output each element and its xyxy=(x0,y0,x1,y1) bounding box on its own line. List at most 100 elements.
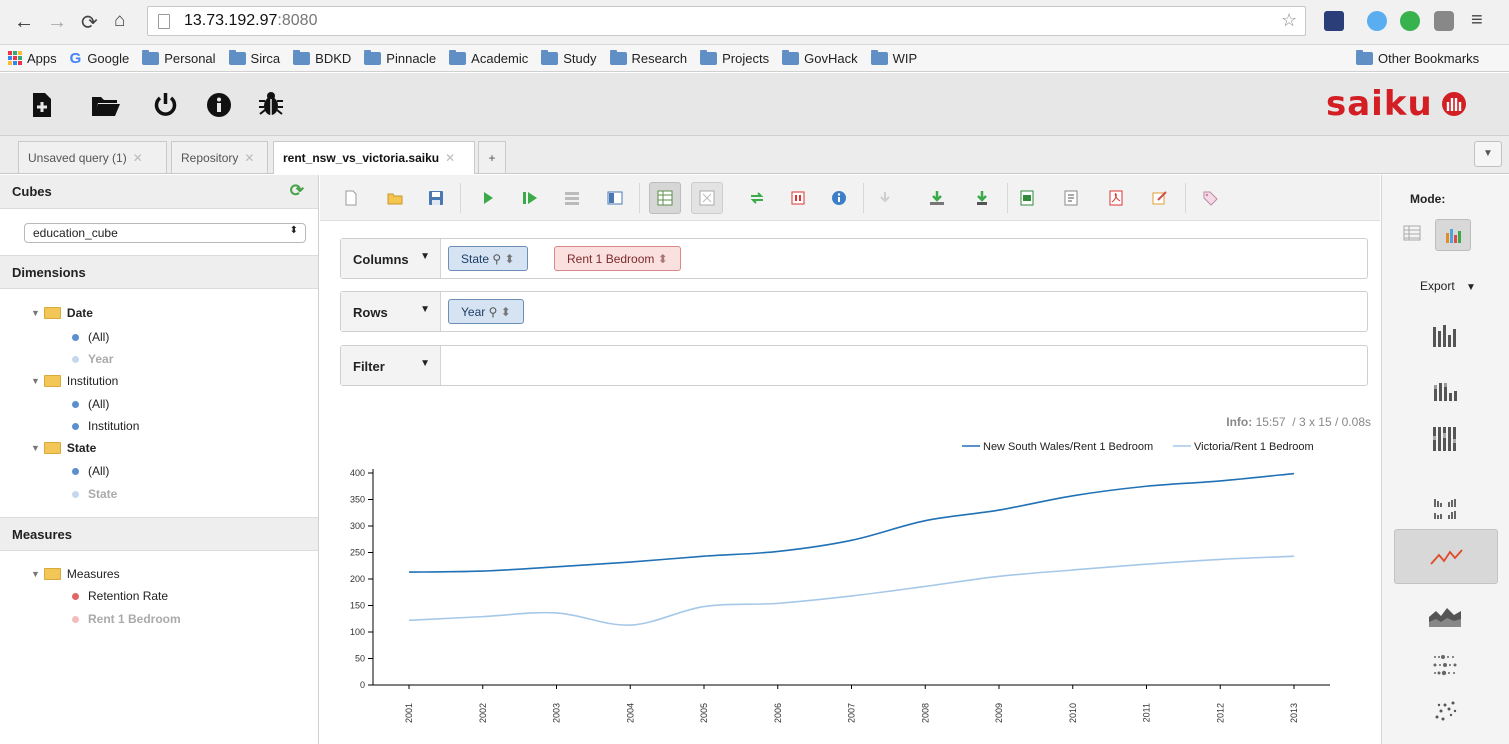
level-state-all[interactable]: (All) xyxy=(72,464,109,478)
measure-retention-rate[interactable]: Retention Rate xyxy=(72,589,168,603)
mdx-button[interactable] xyxy=(691,182,723,214)
bookmark-govhack[interactable]: GovHack xyxy=(782,49,858,66)
tab-repository[interactable]: Repository ✕ xyxy=(171,141,268,173)
bookmark-other[interactable]: Other Bookmarks xyxy=(1356,50,1479,66)
edit-icon[interactable] xyxy=(1152,190,1168,206)
bookmark-academic[interactable]: Academic xyxy=(449,49,528,66)
table-mode-icon[interactable] xyxy=(1403,225,1421,241)
line-chart-button[interactable] xyxy=(1394,529,1498,584)
run-query-icon[interactable] xyxy=(480,190,496,206)
drill-down-icon[interactable] xyxy=(929,190,945,206)
bar-chart-icon[interactable] xyxy=(1425,323,1465,347)
column-pill-rent-1-bedroom[interactable]: Rent 1 Bedroom ⬍ xyxy=(554,246,681,271)
back-icon[interactable]: ← xyxy=(14,11,34,34)
bookmark-wip[interactable]: WIP xyxy=(870,49,917,66)
rows-axis-label[interactable]: Rows ▼ xyxy=(341,292,441,331)
expand-triangle-icon[interactable]: ▼ xyxy=(31,569,40,579)
drillthrough-icon[interactable] xyxy=(790,190,806,206)
tabs-dropdown-button[interactable]: ▼ xyxy=(1474,141,1502,167)
extension-icon-2[interactable] xyxy=(1367,11,1387,31)
close-icon[interactable]: ✕ xyxy=(244,151,254,165)
tag-icon[interactable] xyxy=(1202,190,1218,206)
level-institution[interactable]: Institution xyxy=(72,419,139,433)
expand-triangle-icon[interactable]: ▼ xyxy=(31,443,40,453)
bookmark-projects[interactable]: Projects xyxy=(700,49,769,66)
level-date-all[interactable]: (All) xyxy=(72,330,109,344)
chart-mode-icon xyxy=(1446,229,1461,243)
dimension-date[interactable]: ▼ Date xyxy=(31,306,93,320)
level-state[interactable]: State xyxy=(72,487,117,501)
bookmark-sirca[interactable]: Sirca xyxy=(228,49,280,66)
sort-icon[interactable]: ⬍ xyxy=(501,305,511,319)
export-csv-icon[interactable] xyxy=(1063,190,1079,206)
non-empty-button[interactable] xyxy=(649,182,681,214)
expand-triangle-icon[interactable]: ▼ xyxy=(31,308,40,318)
extension-icon-4[interactable] xyxy=(1434,11,1454,31)
close-icon[interactable]: ✕ xyxy=(445,151,455,165)
drill-across-icon[interactable] xyxy=(974,190,990,206)
search-icon[interactable]: ⚲ xyxy=(489,305,498,319)
toggle-fields-icon[interactable] xyxy=(564,190,580,206)
toolbar-separator xyxy=(639,183,640,213)
stacked-100-chart-icon[interactable] xyxy=(1425,427,1465,451)
bookmark-pinnacle[interactable]: Pinnacle xyxy=(364,49,436,66)
dimension-state[interactable]: ▼ State xyxy=(31,441,96,455)
query-info-icon[interactable] xyxy=(831,190,847,206)
open-icon[interactable] xyxy=(387,190,403,206)
sort-icon[interactable]: ⬍ xyxy=(505,252,515,266)
dimension-institution[interactable]: ▼ Institution xyxy=(31,374,118,388)
bug-icon[interactable] xyxy=(259,91,283,117)
toggle-sidebar-icon[interactable] xyxy=(607,190,623,206)
address-bar[interactable]: 13.73.192.97:8080 ☆ xyxy=(147,6,1306,36)
star-icon[interactable]: ☆ xyxy=(1281,10,1297,31)
extension-icon-1[interactable] xyxy=(1324,11,1344,31)
extension-icon-3[interactable] xyxy=(1400,11,1420,31)
row-pill-year[interactable]: Year ⚲ ⬍ xyxy=(448,299,524,324)
search-icon[interactable]: ⚲ xyxy=(492,252,501,266)
level-institution-all[interactable]: (All) xyxy=(72,397,109,411)
bookmark-apps[interactable]: Apps xyxy=(8,51,57,66)
bookmark-research[interactable]: Research xyxy=(609,49,687,66)
logout-icon[interactable] xyxy=(153,92,178,118)
swap-axis-icon[interactable] xyxy=(749,190,765,206)
column-pill-state[interactable]: State ⚲ ⬍ xyxy=(448,246,528,271)
tab-rent-nsw-vs-victoria[interactable]: rent_nsw_vs_victoria.saiku ✕ xyxy=(273,141,475,174)
close-icon[interactable]: ✕ xyxy=(133,151,143,165)
scatter-chart-icon[interactable] xyxy=(1425,699,1465,723)
export-pdf-icon[interactable] xyxy=(1108,190,1124,206)
chart-mode-button[interactable] xyxy=(1435,219,1471,251)
folder-icon xyxy=(700,49,718,65)
expand-triangle-icon[interactable]: ▼ xyxy=(31,376,40,386)
measures-group[interactable]: ▼ Measures xyxy=(31,567,120,581)
open-query-icon[interactable] xyxy=(92,95,120,116)
export-disabled-icon[interactable] xyxy=(877,190,893,206)
home-icon[interactable]: ⌂ xyxy=(114,10,125,32)
columns-axis-label[interactable]: Columns ▼ xyxy=(341,239,441,278)
bookmark-study[interactable]: Study xyxy=(541,49,597,66)
bookmark-google[interactable]: G Google xyxy=(70,50,130,67)
chrome-menu-icon[interactable]: ≡ xyxy=(1471,9,1483,32)
measure-rent-1-bedroom[interactable]: Rent 1 Bedroom xyxy=(72,612,181,626)
reload-icon[interactable]: ⟳ xyxy=(81,10,98,35)
filter-axis-label[interactable]: Filter ▼ xyxy=(341,346,441,385)
level-date-year[interactable]: Year xyxy=(72,352,113,366)
forward-icon[interactable]: → xyxy=(47,11,67,34)
cube-select[interactable]: education_cube ⬍ xyxy=(24,223,306,243)
tab-add[interactable]: + xyxy=(478,141,506,173)
bookmark-personal[interactable]: Personal xyxy=(142,49,216,66)
multi-bar-chart-icon[interactable] xyxy=(1425,497,1465,521)
heatgrid-chart-icon[interactable] xyxy=(1425,653,1465,677)
new-icon[interactable] xyxy=(343,190,359,206)
new-query-icon[interactable] xyxy=(32,93,52,117)
export-dropdown[interactable]: Export ▼ xyxy=(1420,279,1476,293)
stacked-bar-chart-icon[interactable] xyxy=(1425,377,1465,401)
save-icon[interactable] xyxy=(428,190,444,206)
sort-icon[interactable]: ⬍ xyxy=(658,252,668,266)
area-chart-icon[interactable] xyxy=(1425,603,1465,627)
bookmark-bdkd[interactable]: BDKD xyxy=(293,49,351,66)
refresh-cubes-icon[interactable]: ⟳ xyxy=(290,181,304,201)
auto-execute-icon[interactable] xyxy=(522,190,538,206)
info-icon[interactable] xyxy=(207,93,231,117)
export-xls-icon[interactable] xyxy=(1019,190,1035,206)
tab-unsaved-query[interactable]: Unsaved query (1) ✕ xyxy=(18,141,167,173)
